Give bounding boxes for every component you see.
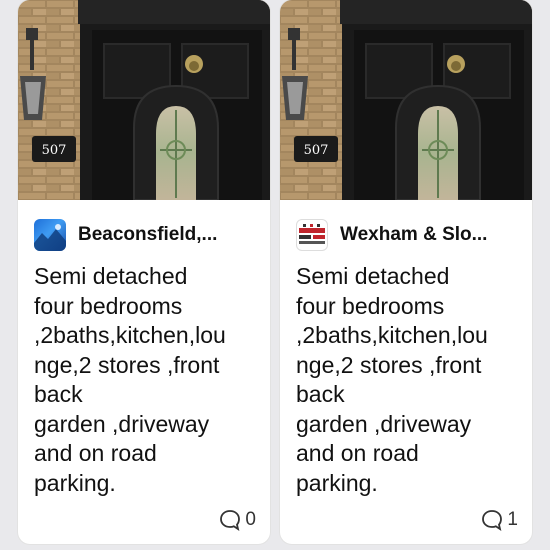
blue-landscape-icon[interactable] [34,219,66,251]
post-description[interactable]: Semi detached four bedrooms ,2baths,kitc… [296,262,526,498]
community-logo-icon[interactable] [296,219,328,251]
house-number: 507 [42,143,67,158]
author-name[interactable]: Wexham & Slo... [340,224,487,246]
comment-button[interactable]: 1 [480,508,518,532]
comment-bubble-icon [482,510,503,531]
post-card[interactable]: 507 Beaconsfield,... Semi detached four … [18,0,270,544]
post-photo[interactable]: 507 [280,0,532,200]
comment-count: 0 [245,509,256,530]
comment-button[interactable]: 0 [218,508,256,532]
comment-bubble-icon [220,510,241,531]
post-description[interactable]: Semi detached four bedrooms ,2baths,kitc… [34,262,264,498]
comment-count: 1 [507,509,518,530]
house-number: 507 [304,143,329,158]
author-name[interactable]: Beaconsfield,... [78,224,217,246]
author-row[interactable]: Wexham & Slo... [296,219,522,251]
author-row[interactable]: Beaconsfield,... [34,219,260,251]
post-photo[interactable]: 507 [18,0,270,200]
post-card[interactable]: 507 Wexham & Slo... Semi detached four b… [280,0,532,544]
